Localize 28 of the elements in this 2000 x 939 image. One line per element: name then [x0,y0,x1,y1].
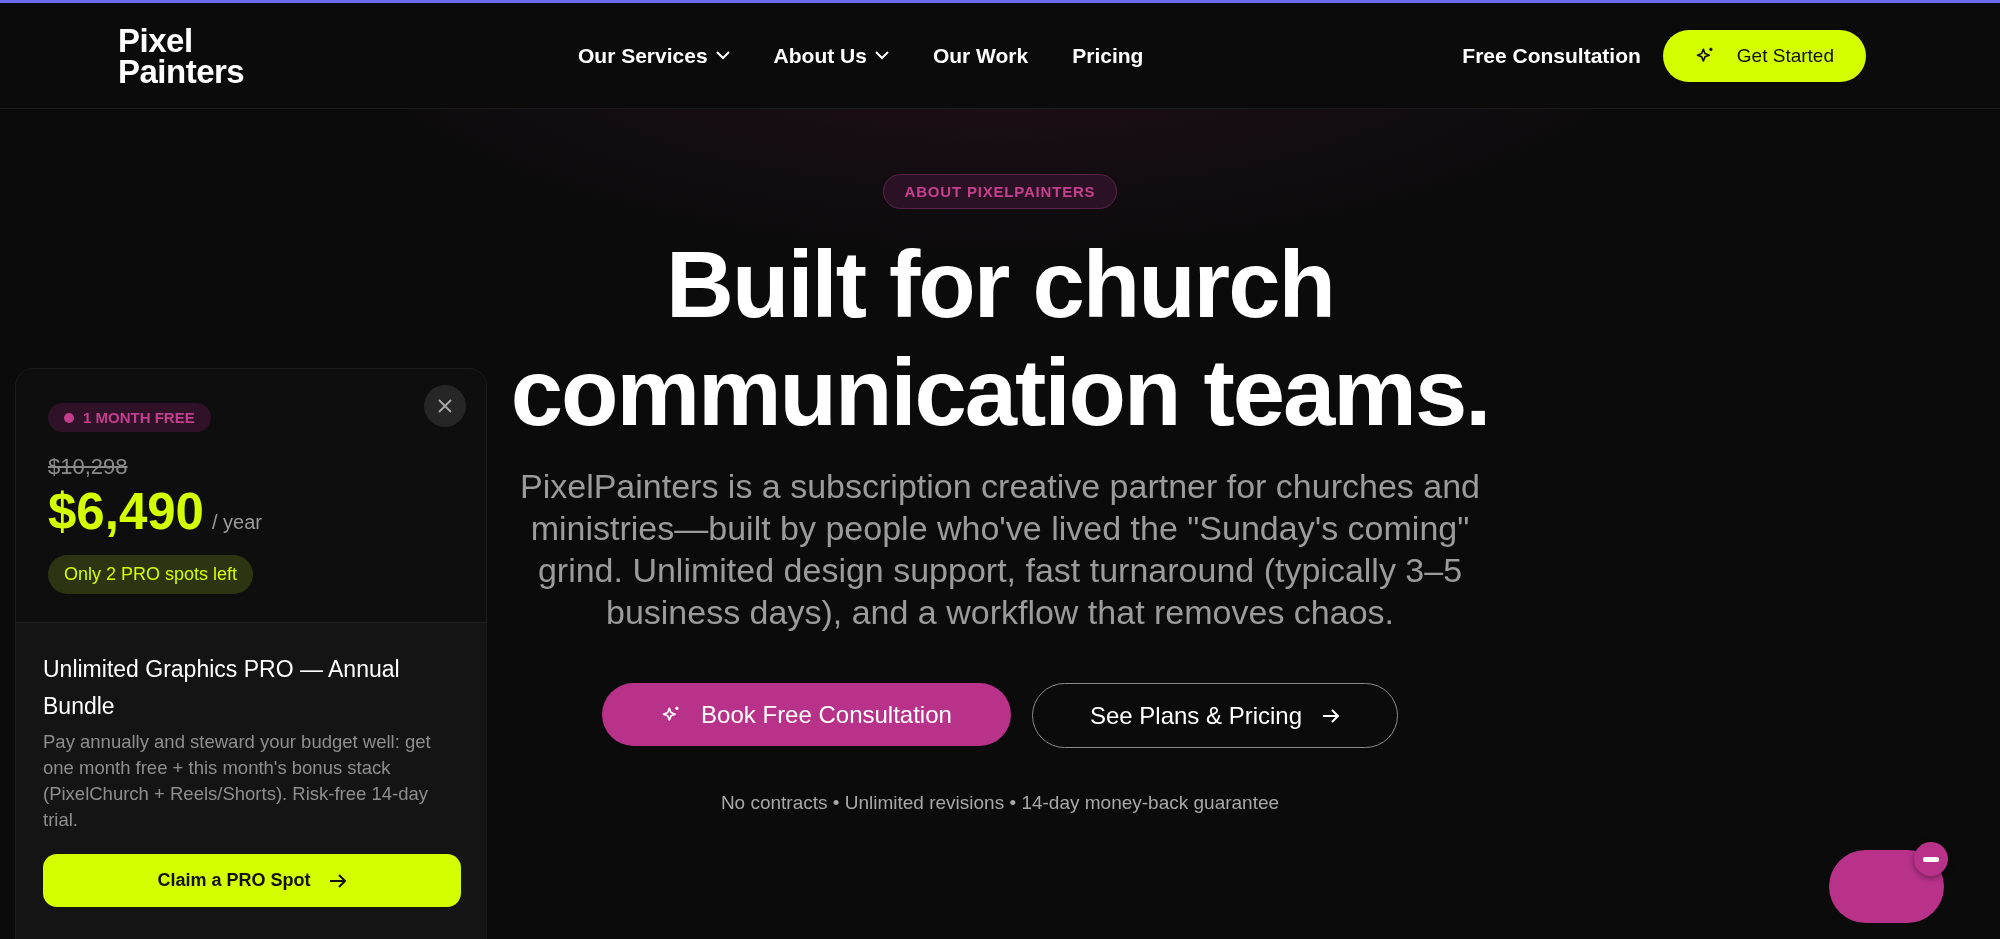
claim-button[interactable]: Claim a PRO Spot [43,854,461,907]
close-icon [438,399,452,413]
nav-link[interactable]: About Us [773,43,889,68]
nav-link[interactable]: Pricing [1072,43,1144,68]
arrow-right-icon [328,873,347,888]
nav-link[interactable]: Our Services [578,43,730,68]
logo[interactable]: Pixel Painters [118,24,578,87]
promo-description: Pay annually and steward your budget well: get one month free + this month's bonus stack (PixelChurch + Reels/Shorts). Risk-free 14-day trial. [43,730,432,832]
chevron-down-icon [874,51,889,60]
eyebrow-badge: ABOUT PIXELPAINTERS [882,174,1118,209]
guarantee-note: No contracts • Unlimited revisions • 14-day money-back guarantee [720,792,1280,814]
offer-badge: 1 MONTH FREE [48,403,211,432]
get-started-button[interactable]: Get Started [1662,29,1866,82]
arrow-right-icon [1322,708,1341,723]
minus-icon [1923,856,1939,862]
price: $6,490 [48,482,204,541]
minimize-button[interactable] [1914,842,1948,876]
promo-title: Unlimited Graphics PRO — Annual Bundle [43,655,401,721]
scarcity-badge: Only 2 PRO spots left [48,555,254,594]
chat-button[interactable] [1829,850,1944,923]
hero-description: PixelPainters is a subscription creative partner for churches and ministries—built by people who've lived the "Sunday's coming" grind. Unlimited design support, fast turnaround (typically 3–5 business days), and a workflow that removes chaos. [519,466,1481,633]
old-price: $10,298 [48,454,128,480]
hero-title: Built for church communication teams. [510,231,1490,447]
book-consultation-button[interactable]: Book Free Consultation [602,683,1011,746]
chevron-down-icon [715,51,730,60]
nav-link[interactable]: Our Work [932,43,1029,68]
consultation-link[interactable]: Free Consultation [1462,43,1641,68]
price-period: / year [212,511,263,534]
